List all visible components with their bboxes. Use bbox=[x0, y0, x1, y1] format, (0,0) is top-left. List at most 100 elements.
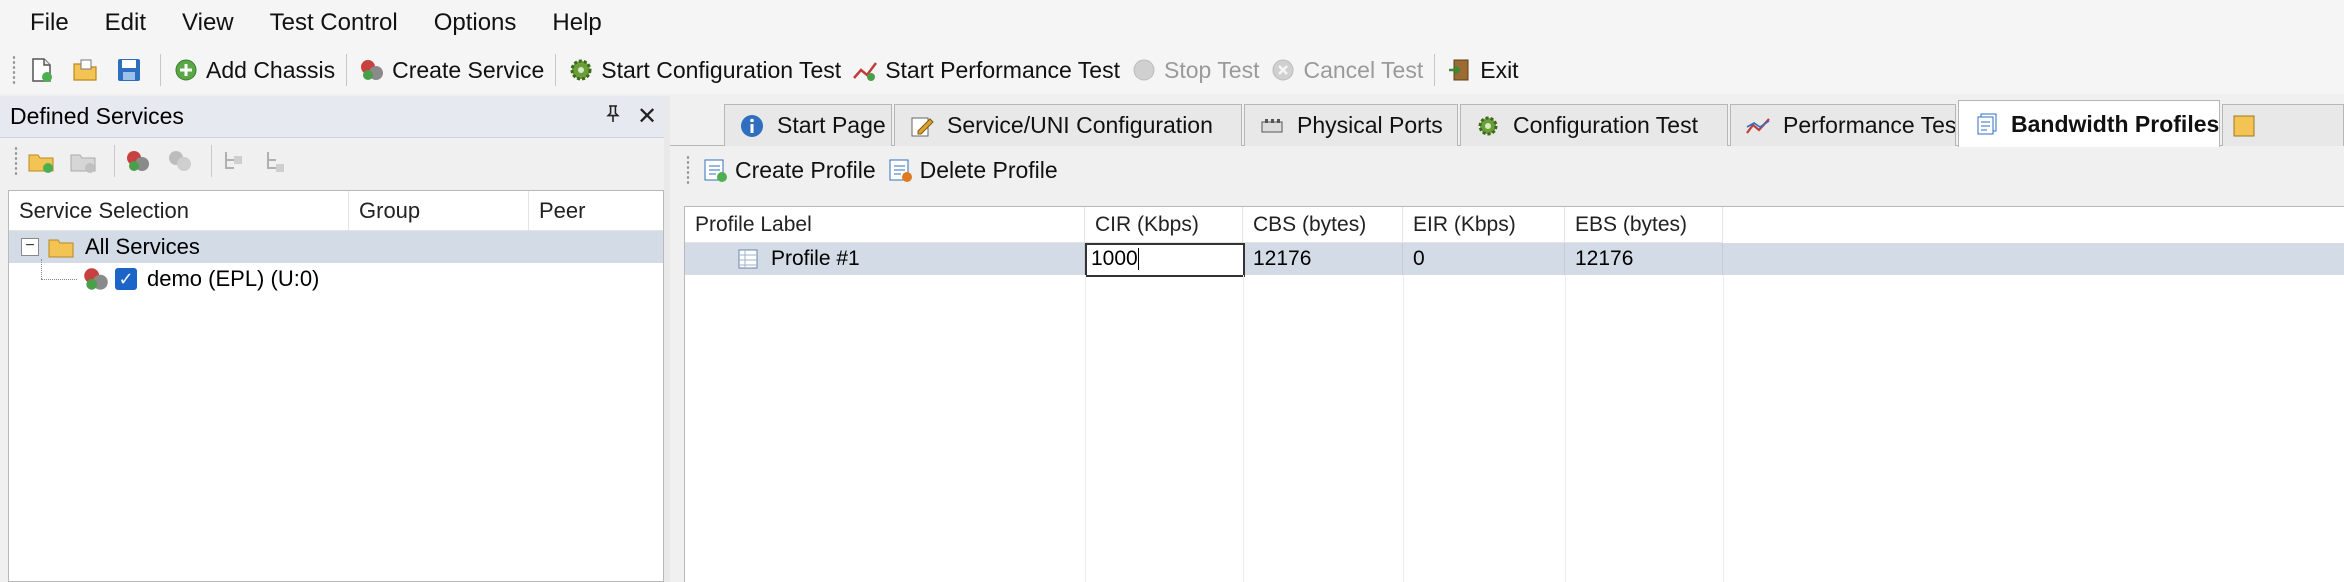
service-checkbox[interactable]: ✓ bbox=[115, 268, 137, 290]
tab-physical-ports[interactable]: Physical Ports bbox=[1244, 104, 1458, 146]
tab-label: Performance Test bbox=[1783, 112, 1956, 138]
delete-profile-icon bbox=[886, 156, 914, 184]
main-toolbar: Add Chassis Create Service Start Configu… bbox=[0, 46, 2344, 94]
bandwidth-profiles-grid: Profile Label CIR (Kbps) CBS (bytes) EIR… bbox=[684, 206, 2344, 582]
new-file-icon bbox=[27, 56, 55, 84]
tab-performance-test[interactable]: Performance Test bbox=[1730, 104, 1956, 146]
collapse-expander[interactable]: − bbox=[21, 238, 39, 256]
folder-icon bbox=[47, 235, 75, 259]
services-toolbar bbox=[0, 138, 664, 184]
gear-icon bbox=[1475, 113, 1501, 139]
open-folder-icon bbox=[71, 56, 99, 84]
exit-button[interactable]: Exit bbox=[1441, 50, 1523, 90]
tree-root-row[interactable]: − All Services bbox=[9, 231, 663, 263]
close-icon[interactable]: ✕ bbox=[630, 102, 664, 131]
tab-label: Start Page bbox=[777, 112, 886, 138]
menu-file[interactable]: File bbox=[16, 3, 83, 43]
exit-label: Exit bbox=[1480, 56, 1519, 83]
edit-icon bbox=[909, 113, 935, 139]
info-icon bbox=[739, 113, 765, 139]
menu-options[interactable]: Options bbox=[420, 3, 531, 43]
profile-label-text: Profile #1 bbox=[771, 247, 860, 270]
add-chassis-label: Add Chassis bbox=[206, 56, 336, 83]
delete-profile-button[interactable]: Delete Profile bbox=[881, 150, 1063, 190]
app-window: File Edit View Test Control Options Help… bbox=[0, 0, 2344, 582]
new-group-button[interactable] bbox=[24, 144, 58, 178]
cell-eir[interactable]: 0 bbox=[1403, 243, 1565, 275]
new-file-button[interactable] bbox=[22, 50, 66, 90]
toolbar-grip[interactable] bbox=[12, 55, 16, 85]
tab-label: Service/UNI Configuration bbox=[947, 112, 1213, 138]
tab-bar: Start Page Service/UNI Configuration Phy… bbox=[670, 96, 2344, 147]
menu-edit[interactable]: Edit bbox=[91, 3, 160, 43]
column-ebs[interactable]: EBS (bytes) bbox=[1565, 207, 1723, 243]
tab-overflow-icon bbox=[2231, 113, 2257, 139]
defined-services-panel: Defined Services ✕ Service Selection Gro… bbox=[0, 96, 664, 582]
tab-label: Bandwidth Profiles bbox=[2011, 110, 2220, 137]
menu-view[interactable]: View bbox=[168, 3, 248, 43]
open-file-button[interactable] bbox=[66, 50, 110, 90]
tree-header: Service Selection Group Peer bbox=[9, 191, 663, 231]
cell-ebs[interactable]: 12176 bbox=[1565, 243, 1723, 275]
toolbar-separator bbox=[160, 54, 161, 86]
add-service-button[interactable] bbox=[121, 144, 155, 178]
add-circle-icon bbox=[172, 56, 200, 84]
toolbar-grip[interactable] bbox=[686, 155, 690, 185]
save-button[interactable] bbox=[110, 50, 154, 90]
grid-header: Profile Label CIR (Kbps) CBS (bytes) EIR… bbox=[685, 207, 1723, 243]
column-peer[interactable]: Peer bbox=[529, 191, 663, 230]
service-icon bbox=[358, 56, 386, 84]
remove-service-button[interactable] bbox=[163, 144, 197, 178]
save-icon bbox=[115, 56, 143, 84]
column-cbs[interactable]: CBS (bytes) bbox=[1243, 207, 1403, 243]
tree-child-label: demo (EPL) (U:0) bbox=[147, 266, 320, 291]
start-perf-test-button[interactable]: Start Performance Test bbox=[846, 50, 1125, 90]
menu-help[interactable]: Help bbox=[538, 3, 615, 43]
chart-icon bbox=[1745, 113, 1771, 139]
pin-icon[interactable] bbox=[596, 103, 630, 131]
toolbar-grip[interactable] bbox=[14, 146, 18, 176]
column-group[interactable]: Group bbox=[349, 191, 529, 230]
column-cir[interactable]: CIR (Kbps) bbox=[1085, 207, 1243, 243]
cancel-test-button[interactable]: Cancel Test bbox=[1264, 50, 1428, 90]
text-caret bbox=[1137, 248, 1139, 271]
create-profile-button[interactable]: Create Profile bbox=[696, 150, 881, 190]
toolbar-separator bbox=[555, 54, 557, 86]
tree-move-icon bbox=[267, 152, 284, 172]
move-up-button[interactable] bbox=[218, 144, 252, 178]
column-profile-label[interactable]: Profile Label bbox=[685, 207, 1085, 243]
table-row[interactable]: Profile #1 12176 0 12176 bbox=[685, 243, 2344, 275]
tab-configuration-test[interactable]: Configuration Test bbox=[1460, 104, 1728, 146]
add-chassis-button[interactable]: Add Chassis bbox=[167, 50, 340, 90]
menu-bar: File Edit View Test Control Options Help bbox=[0, 0, 2344, 46]
tree-root-label: All Services bbox=[85, 234, 200, 259]
stop-test-label: Stop Test bbox=[1163, 56, 1260, 83]
toolbar-separator bbox=[114, 145, 115, 177]
cell-cbs[interactable]: 12176 bbox=[1243, 243, 1403, 275]
service-tree: Service Selection Group Peer − All Servi… bbox=[8, 190, 664, 582]
toolbar-separator bbox=[1434, 54, 1436, 86]
cir-edit-value: 1000 bbox=[1091, 247, 1138, 270]
ports-icon bbox=[1259, 113, 1285, 139]
folder-remove-icon bbox=[70, 154, 96, 173]
column-eir[interactable]: EIR (Kbps) bbox=[1403, 207, 1565, 243]
service-remove-icon bbox=[169, 151, 191, 171]
tab-service-uni-configuration[interactable]: Service/UNI Configuration bbox=[894, 104, 1242, 146]
tab-bandwidth-profiles[interactable]: Bandwidth Profiles bbox=[1958, 100, 2220, 147]
stop-test-button[interactable]: Stop Test bbox=[1125, 50, 1264, 90]
tree-child-row[interactable]: ✓ demo (EPL) (U:0) bbox=[9, 259, 663, 295]
menu-test-control[interactable]: Test Control bbox=[256, 3, 412, 43]
cir-edit-input[interactable]: 1000 bbox=[1085, 243, 1245, 277]
tab-start-page[interactable]: Start Page bbox=[724, 104, 892, 146]
column-service-selection[interactable]: Service Selection bbox=[9, 191, 349, 230]
move-down-button[interactable] bbox=[260, 144, 294, 178]
create-service-button[interactable]: Create Service bbox=[353, 50, 549, 90]
tab-overflow[interactable] bbox=[2222, 104, 2344, 146]
create-profile-icon bbox=[701, 156, 729, 184]
tree-move-icon bbox=[225, 152, 242, 169]
remove-group-button[interactable] bbox=[66, 144, 100, 178]
start-config-test-button[interactable]: Start Configuration Test bbox=[562, 50, 846, 90]
cell-profile-label[interactable]: Profile #1 bbox=[685, 243, 1085, 275]
gear-green-icon bbox=[567, 56, 595, 84]
folder-add-icon bbox=[28, 154, 54, 173]
